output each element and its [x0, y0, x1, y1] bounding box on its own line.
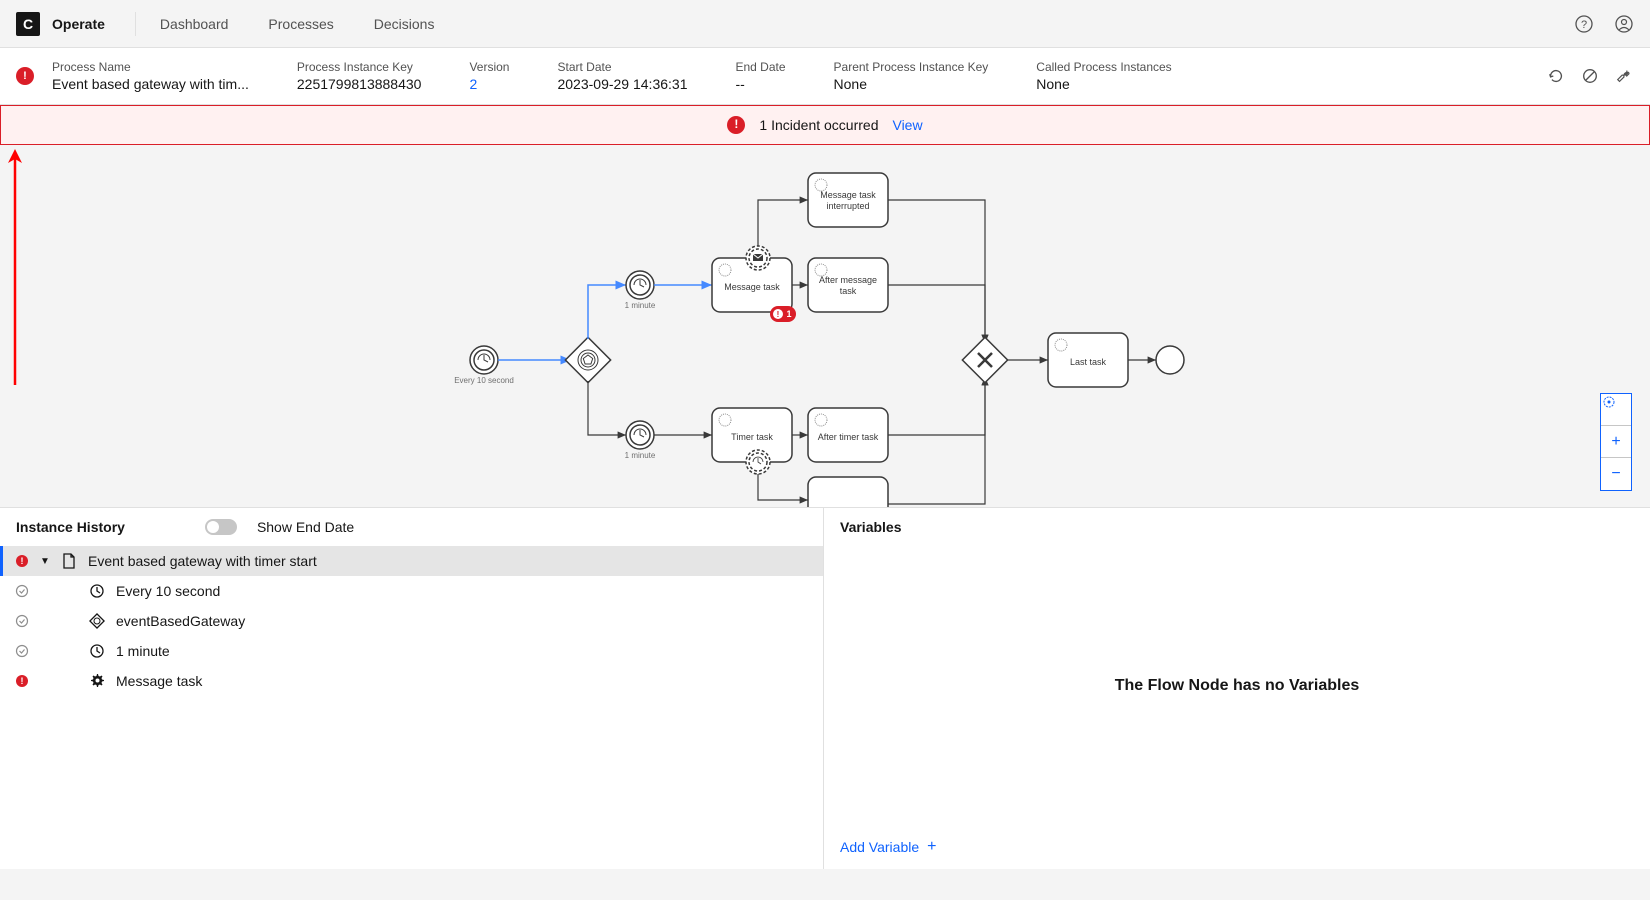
history-row-label: eventBasedGateway	[116, 613, 245, 629]
incident-view-link[interactable]: View	[892, 117, 922, 133]
nav-decisions[interactable]: Decisions	[374, 16, 435, 32]
after-msg-label2: task	[840, 286, 857, 296]
timer1-label: 1 minute	[625, 301, 656, 310]
chevron-down-icon[interactable]: ▼	[40, 556, 50, 567]
svg-text:!: !	[777, 310, 780, 319]
zoom-reset-button[interactable]	[1601, 394, 1631, 426]
svg-text:!: !	[21, 676, 24, 686]
variables-panel: Variables The Flow Node has no Variables…	[824, 508, 1650, 869]
history-row-label: Message task	[116, 673, 202, 689]
incident-status-icon: !	[16, 67, 34, 85]
history-row[interactable]: eventBasedGateway	[0, 606, 823, 636]
bpmn-diagram[interactable]: Every 10 second 1 minute Message task ! …	[0, 145, 1650, 507]
history-title: Instance History	[16, 519, 125, 535]
variables-empty-text: The Flow Node has no Variables	[1115, 677, 1360, 695]
timer-task-label: Timer task	[731, 432, 773, 442]
parent-instance-label: Parent Process Instance Key	[834, 60, 989, 74]
gear-icon	[88, 672, 106, 690]
nav-dashboard[interactable]: Dashboard	[160, 16, 229, 32]
modify-icon[interactable]	[1546, 66, 1566, 86]
show-end-date-toggle[interactable]	[205, 519, 237, 535]
timer2-label: 1 minute	[625, 451, 656, 460]
process-name-label: Process Name	[52, 60, 249, 74]
end-date-value: --	[735, 76, 785, 92]
version-value[interactable]: 2	[469, 76, 509, 92]
user-icon[interactable]	[1614, 14, 1634, 34]
history-row-label: Every 10 second	[116, 583, 220, 599]
history-row-root[interactable]: ! ▼ Event based gateway with timer start	[0, 546, 823, 576]
msg-interrupted-label2: interrupted	[826, 201, 869, 211]
completed-icon	[14, 643, 30, 659]
after-msg-label1: After message	[819, 275, 877, 285]
history-row[interactable]: ! Message task	[0, 666, 823, 696]
wrench-icon[interactable]	[1614, 66, 1634, 86]
instance-key-value: 2251799813888430	[297, 76, 422, 92]
nav-separator	[135, 12, 136, 36]
start-date-value: 2023-09-29 14:36:31	[557, 76, 687, 92]
clock-icon	[88, 582, 106, 600]
process-name-value: Event based gateway with tim...	[52, 76, 249, 92]
completed-icon	[14, 613, 30, 629]
cancel-icon[interactable]	[1580, 66, 1600, 86]
variables-title: Variables	[840, 519, 902, 535]
history-row-label: Event based gateway with timer start	[88, 553, 317, 569]
called-instances-value: None	[1036, 76, 1171, 92]
incident-icon: !	[14, 673, 30, 689]
message-task-label: Message task	[724, 282, 780, 292]
incident-icon: !	[14, 553, 30, 569]
instance-meta-bar: ! Process Name Event based gateway with t…	[0, 48, 1650, 105]
incident-banner-icon	[727, 116, 745, 134]
last-task-label: Last task	[1070, 357, 1107, 367]
document-icon	[60, 552, 78, 570]
history-row[interactable]: Every 10 second	[0, 576, 823, 606]
clock-icon	[88, 642, 106, 660]
msg-interrupted-label1: Message task	[820, 190, 876, 200]
parent-instance-value: None	[834, 76, 989, 92]
instance-history-panel: Instance History Show End Date ! ▼ Event…	[0, 508, 824, 869]
add-variable-link[interactable]: Add Variable	[840, 839, 919, 855]
svg-text:!: !	[21, 556, 24, 566]
brand-label: Operate	[52, 16, 105, 32]
history-row-label: 1 minute	[116, 643, 170, 659]
zoom-in-button[interactable]: +	[1601, 426, 1631, 458]
after-timer-label: After timer task	[818, 432, 879, 442]
instance-key-label: Process Instance Key	[297, 60, 422, 74]
start-event-label: Every 10 second	[454, 376, 514, 385]
help-icon[interactable]: ?	[1574, 14, 1594, 34]
version-label: Version	[469, 60, 509, 74]
completed-icon	[14, 583, 30, 599]
nav-processes[interactable]: Processes	[268, 16, 333, 32]
incident-banner-text: 1 Incident occurred	[759, 117, 878, 133]
start-date-label: Start Date	[557, 60, 687, 74]
zoom-controls: + −	[1600, 393, 1632, 491]
zoom-out-button[interactable]: −	[1601, 458, 1631, 490]
show-end-date-label: Show End Date	[257, 519, 354, 535]
gateway-icon	[88, 612, 106, 630]
incident-banner: 1 Incident occurred View	[0, 105, 1650, 145]
end-date-label: End Date	[735, 60, 785, 74]
history-row[interactable]: 1 minute	[0, 636, 823, 666]
svg-text:?: ?	[1581, 19, 1587, 31]
annotation-arrow-icon	[0, 145, 30, 385]
called-instances-label: Called Process Instances	[1036, 60, 1171, 74]
logo-icon: C	[16, 12, 40, 36]
plus-icon[interactable]: +	[927, 838, 936, 856]
incident-badge-count: 1	[786, 309, 791, 319]
